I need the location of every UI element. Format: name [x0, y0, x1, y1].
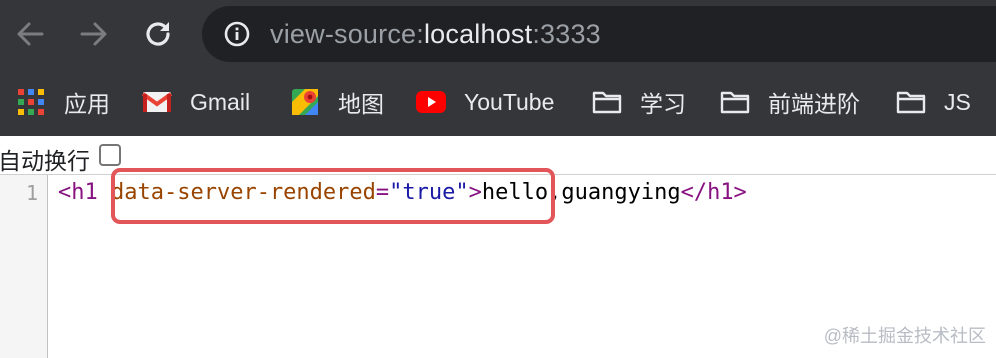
- gmail-icon: [142, 88, 172, 116]
- back-button[interactable]: [12, 14, 48, 54]
- bookmark-youtube[interactable]: YouTube: [416, 86, 554, 118]
- forward-button[interactable]: [76, 14, 112, 54]
- bookmark-folder-js[interactable]: JS: [896, 86, 971, 118]
- reload-button[interactable]: [140, 14, 176, 54]
- bookmark-apps[interactable]: 应用: [16, 86, 110, 118]
- address-bar[interactable]: view-source:localhost:3333: [202, 6, 996, 62]
- url-host: localhost: [423, 19, 533, 49]
- bookmark-label: JS: [944, 88, 971, 115]
- bookmarks-bar: 应用 Gmail 地图 YouTube 学习 前端进阶 JS: [0, 68, 996, 136]
- bookmark-folder-frontend[interactable]: 前端进阶: [720, 86, 860, 118]
- line-wrap-checkbox[interactable]: [99, 144, 121, 166]
- folder-icon: [720, 88, 750, 116]
- bookmark-label: YouTube: [464, 88, 555, 115]
- arrow-right-icon: [80, 22, 107, 46]
- browser-toolbar: view-source:localhost:3333: [0, 0, 996, 68]
- url-text[interactable]: view-source:localhost:3333: [270, 18, 601, 50]
- watermark: @稀土掘金技术社区: [823, 326, 986, 346]
- folder-icon: [592, 88, 622, 116]
- line-wrap-label: 自动换行: [0, 148, 90, 174]
- youtube-icon: [416, 88, 446, 116]
- url-scheme: view-source:: [270, 19, 424, 49]
- bookmark-label: Gmail: [190, 88, 251, 115]
- open-tag: <h1: [58, 180, 98, 205]
- bookmark-maps[interactable]: 地图: [290, 86, 384, 118]
- close-tag: </h1>: [680, 180, 747, 205]
- maps-icon: [290, 88, 320, 116]
- bookmark-folder-study[interactable]: 学习: [592, 86, 686, 118]
- url-port: :3333: [532, 19, 601, 49]
- highlight-annotation-box: [111, 168, 555, 224]
- arrow-left-icon: [17, 22, 44, 46]
- apps-grid-icon: [16, 88, 46, 116]
- bookmark-label: 前端进阶: [768, 91, 860, 117]
- line-number: 1: [25, 181, 38, 205]
- bookmark-label: 应用: [64, 91, 110, 117]
- reload-icon: [146, 22, 170, 46]
- folder-icon: [896, 88, 926, 116]
- bookmark-label: 地图: [338, 91, 384, 117]
- bookmark-gmail[interactable]: Gmail: [142, 86, 250, 118]
- bookmark-label: 学习: [640, 91, 686, 117]
- line-number-gutter: 1: [0, 175, 48, 358]
- info-icon[interactable]: [224, 21, 250, 47]
